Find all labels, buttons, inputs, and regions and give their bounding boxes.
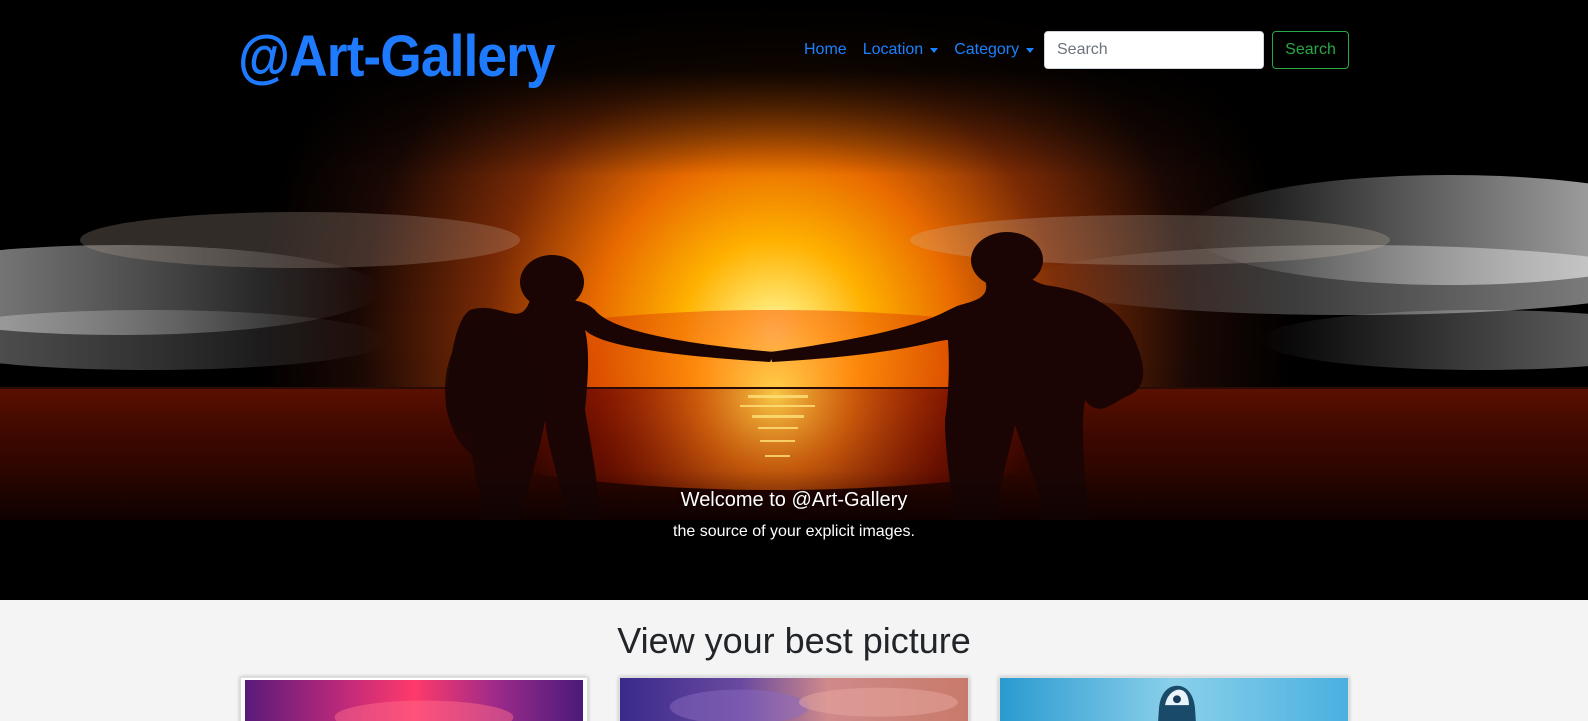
search-input[interactable] — [1044, 31, 1264, 69]
brand-logo[interactable]: @Art-Gallery — [238, 22, 556, 92]
gallery-card[interactable] — [619, 677, 969, 721]
caret-down-icon — [930, 48, 939, 53]
gallery-image — [1000, 678, 1348, 721]
gallery-title: View your best picture — [617, 620, 971, 661]
search-button[interactable]: Search — [1272, 31, 1349, 69]
nav-location-label: Location — [862, 41, 924, 58]
navbar: @Art-Gallery Home Location Category Sear… — [0, 0, 1588, 100]
gallery-card[interactable] — [240, 677, 588, 721]
gallery-image — [245, 680, 583, 721]
nav-links: Home Location Category — [796, 38, 1042, 62]
caption-title: Welcome to @Art-Gallery — [680, 489, 908, 511]
nav-home-link[interactable]: Home — [796, 38, 855, 62]
carousel-caption: Welcome to @Art-Gallery the source of yo… — [0, 486, 1588, 544]
gallery-card[interactable] — [999, 677, 1349, 721]
gallery-image — [620, 678, 968, 721]
nav-category-label: Category — [954, 41, 1020, 58]
nav-category-dropdown[interactable]: Category — [946, 38, 1042, 62]
nav-home-label: Home — [804, 41, 847, 58]
caption-text: the source of your explicit images. — [673, 523, 915, 540]
nav-location-dropdown[interactable]: Location — [855, 38, 947, 62]
caret-down-icon — [1026, 48, 1035, 53]
